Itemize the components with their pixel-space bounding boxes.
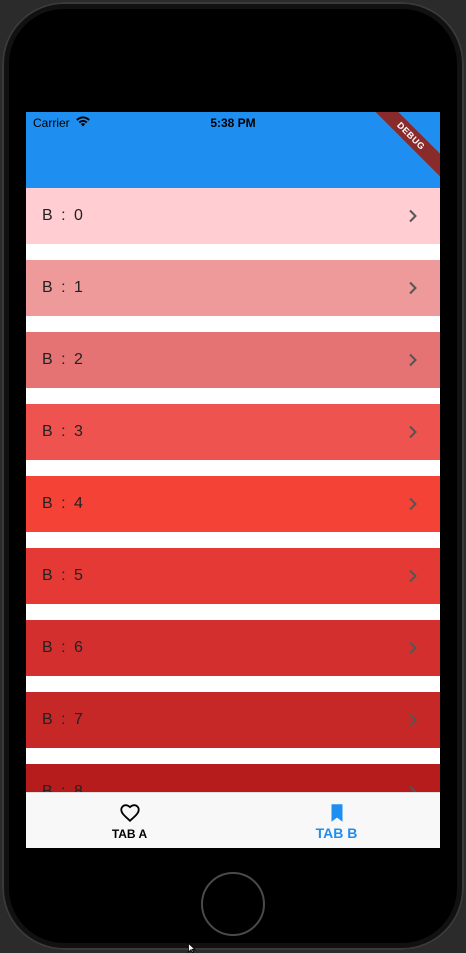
bottom-navigation: TAB A TAB B	[26, 792, 440, 848]
list-item-label: B : 5	[42, 567, 85, 584]
app-screen: Carrier 5:38 PM DEBUG B : 0B : 1B : 2B :…	[26, 112, 440, 848]
tab-a[interactable]: TAB A	[26, 793, 233, 848]
list-item-label: B : 0	[42, 207, 85, 224]
list-item[interactable]: B : 1	[26, 260, 440, 316]
heart-outline-icon	[120, 804, 140, 823]
item-list: B : 0 B : 1 B : 2 B : 3 B : 4 B : 5 B : 6 B : 7…	[26, 188, 440, 836]
list-item-label: B : 4	[42, 495, 85, 512]
list-item[interactable]: B : 4	[26, 476, 440, 532]
chevron-right-icon	[409, 425, 417, 439]
list-item-label: B : 3	[42, 423, 85, 440]
status-time: 5:38 PM	[210, 116, 256, 130]
status-bar: Carrier 5:38 PM	[26, 112, 440, 134]
app-bar: Carrier 5:38 PM DEBUG	[26, 112, 440, 188]
list-item[interactable]: B : 7	[26, 692, 440, 748]
list-item-label: B : 2	[42, 351, 85, 368]
chevron-right-icon	[409, 713, 417, 727]
chevron-right-icon	[409, 569, 417, 583]
list-item-label: B : 1	[42, 279, 85, 296]
bookmark-icon	[331, 804, 343, 822]
tab-b-label: TAB B	[315, 825, 358, 841]
list-item-label: B : 6	[42, 639, 85, 656]
list-item[interactable]: B : 2	[26, 332, 440, 388]
list-item[interactable]: B : 5	[26, 548, 440, 604]
tab-a-label: TAB A	[111, 827, 148, 841]
chevron-right-icon	[409, 209, 417, 223]
list-item[interactable]: B : 6	[26, 620, 440, 676]
chevron-right-icon	[409, 497, 417, 511]
list-item[interactable]: B : 0	[26, 188, 440, 244]
home-button[interactable]	[201, 872, 265, 936]
chevron-right-icon	[409, 281, 417, 295]
list-item-label: B : 7	[42, 711, 85, 728]
tab-b[interactable]: TAB B	[233, 793, 440, 848]
chevron-right-icon	[409, 353, 417, 367]
list-item[interactable]: B : 3	[26, 404, 440, 460]
chevron-right-icon	[409, 641, 417, 655]
